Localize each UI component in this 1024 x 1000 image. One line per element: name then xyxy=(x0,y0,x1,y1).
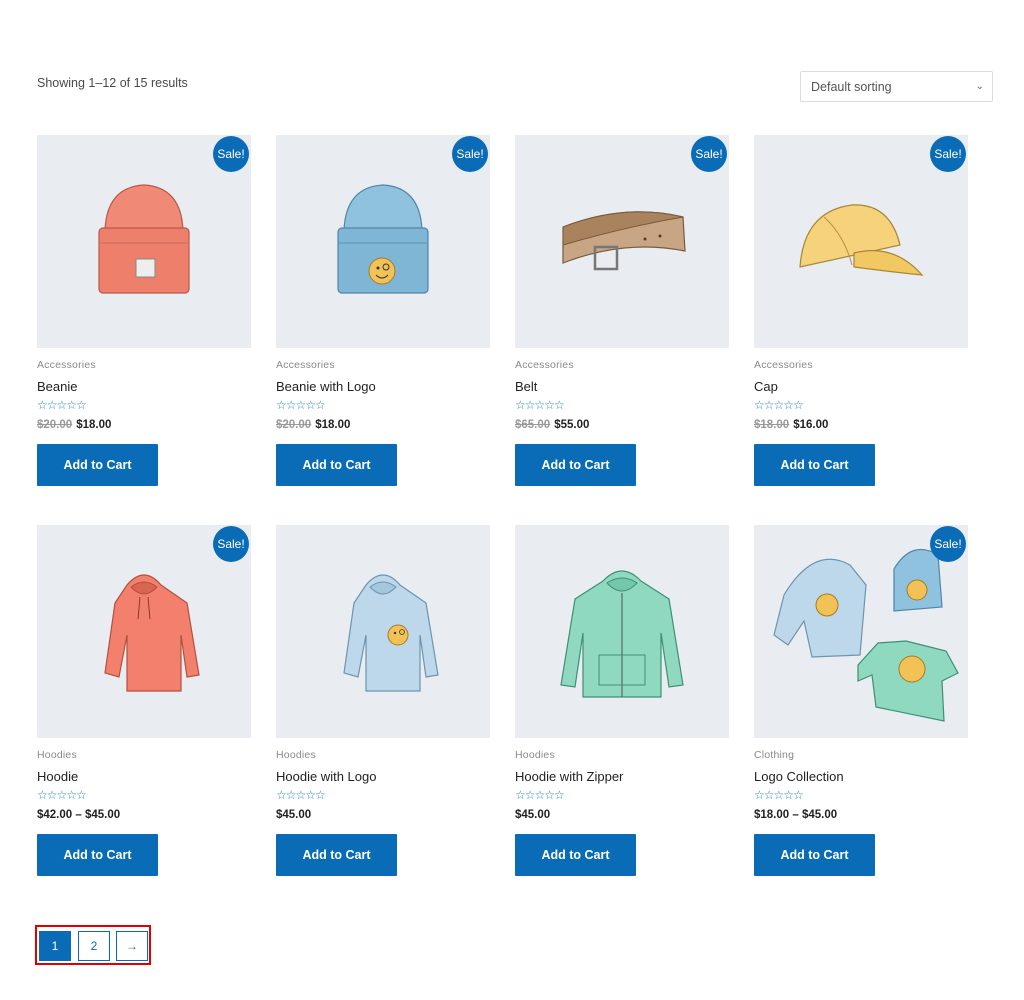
rating-stars: ☆☆☆☆☆ xyxy=(37,788,87,802)
product-category[interactable]: Hoodies xyxy=(37,749,77,761)
sale-badge: Sale! xyxy=(213,136,249,172)
product-category[interactable]: Clothing xyxy=(754,749,794,761)
add-to-cart-button[interactable]: Add to Cart xyxy=(515,834,636,876)
product-title[interactable]: Logo Collection xyxy=(754,769,844,784)
product-category[interactable]: Accessories xyxy=(515,359,574,371)
logo-collection-icon[interactable]: Sale! xyxy=(754,525,968,738)
hoodie-icon[interactable]: Sale! xyxy=(37,525,251,738)
rating-stars: ☆☆☆☆☆ xyxy=(754,398,804,412)
rating-stars: ☆☆☆☆☆ xyxy=(754,788,804,802)
sale-badge: Sale! xyxy=(452,136,488,172)
product-title[interactable]: Hoodie with Zipper xyxy=(515,769,623,784)
sale-badge: Sale! xyxy=(930,526,966,562)
add-to-cart-button[interactable]: Add to Cart xyxy=(754,444,875,486)
sale-price: $16.00 xyxy=(793,419,829,431)
sale-price: $18.00 – $45.00 xyxy=(754,809,838,821)
product-title[interactable]: Beanie xyxy=(37,379,77,394)
product-title[interactable]: Hoodie xyxy=(37,769,78,784)
add-to-cart-button[interactable]: Add to Cart xyxy=(276,444,397,486)
chevron-down-icon: ⌄ xyxy=(975,81,984,92)
pagination: 1 2 → xyxy=(35,925,151,965)
next-page-arrow-icon[interactable]: → xyxy=(116,931,148,961)
add-to-cart-button[interactable]: Add to Cart xyxy=(515,444,636,486)
add-to-cart-button[interactable]: Add to Cart xyxy=(37,444,158,486)
product-title[interactable]: Hoodie with Logo xyxy=(276,769,376,784)
product-price: $20.00 $18.00 xyxy=(37,419,111,431)
add-to-cart-button[interactable]: Add to Cart xyxy=(37,834,158,876)
product-price: $42.00 – $45.00 xyxy=(37,809,120,821)
product-price: $20.00 $18.00 xyxy=(276,419,350,431)
product-category[interactable]: Accessories xyxy=(37,359,96,371)
rating-stars: ☆☆☆☆☆ xyxy=(276,398,326,412)
hoodie-logo-icon[interactable] xyxy=(276,525,490,738)
sale-badge: Sale! xyxy=(691,136,727,172)
product-title[interactable]: Cap xyxy=(754,379,778,394)
sale-price: $45.00 xyxy=(515,809,551,821)
sort-select-value: Default sorting xyxy=(811,79,892,94)
sale-price: $18.00 xyxy=(315,419,351,431)
product-price: $18.00 – $45.00 xyxy=(754,809,837,821)
page-1-current: 1 xyxy=(39,931,71,961)
product-category[interactable]: Hoodies xyxy=(515,749,555,761)
rating-stars: ☆☆☆☆☆ xyxy=(276,788,326,802)
sale-price: $55.00 xyxy=(554,419,590,431)
old-price: $20.00 xyxy=(37,419,73,431)
result-count: Showing 1–12 of 15 results xyxy=(37,76,188,90)
rating-stars: ☆☆☆☆☆ xyxy=(515,398,565,412)
rating-stars: ☆☆☆☆☆ xyxy=(515,788,565,802)
product-title[interactable]: Belt xyxy=(515,379,537,394)
product-price: $65.00 $55.00 xyxy=(515,419,589,431)
product-price: $45.00 xyxy=(515,809,550,821)
product-category[interactable]: Accessories xyxy=(754,359,813,371)
hoodie-zipper-icon[interactable] xyxy=(515,525,729,738)
product-price: $18.00 $16.00 xyxy=(754,419,828,431)
beanie-logo-icon[interactable]: Sale! xyxy=(276,135,490,348)
sale-price: $45.00 xyxy=(276,809,312,821)
beanie-icon[interactable]: Sale! xyxy=(37,135,251,348)
page-2-link[interactable]: 2 xyxy=(78,931,110,961)
old-price: $65.00 xyxy=(515,419,551,431)
sale-badge: Sale! xyxy=(930,136,966,172)
add-to-cart-button[interactable]: Add to Cart xyxy=(754,834,875,876)
product-title[interactable]: Beanie with Logo xyxy=(276,379,376,394)
sale-badge: Sale! xyxy=(213,526,249,562)
sale-price: $18.00 xyxy=(76,419,112,431)
belt-icon[interactable]: Sale! xyxy=(515,135,729,348)
product-category[interactable]: Hoodies xyxy=(276,749,316,761)
old-price: $20.00 xyxy=(276,419,312,431)
add-to-cart-button[interactable]: Add to Cart xyxy=(276,834,397,876)
product-price: $45.00 xyxy=(276,809,311,821)
cap-icon[interactable]: Sale! xyxy=(754,135,968,348)
sort-select[interactable]: Default sorting ⌄ xyxy=(800,71,993,102)
product-category[interactable]: Accessories xyxy=(276,359,335,371)
rating-stars: ☆☆☆☆☆ xyxy=(37,398,87,412)
old-price: $18.00 xyxy=(754,419,790,431)
sale-price: $42.00 – $45.00 xyxy=(37,809,121,821)
